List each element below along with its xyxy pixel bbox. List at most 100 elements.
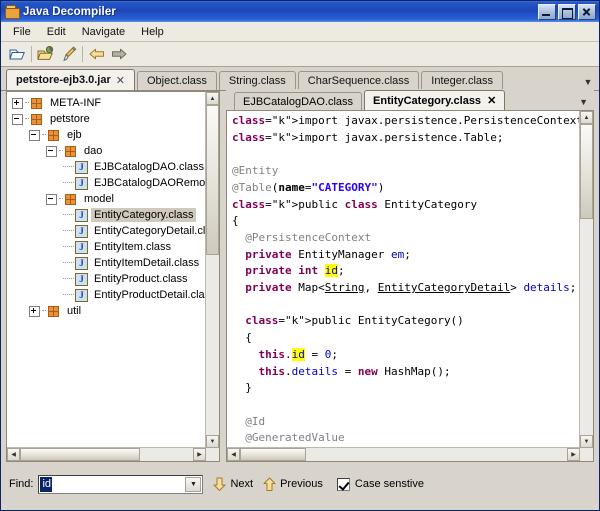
scroll-right-button[interactable]: ▶	[567, 448, 580, 461]
tab-label: String.class	[229, 75, 286, 87]
open-folder-colored-icon	[37, 46, 55, 62]
open-folder-icon	[9, 46, 26, 62]
code-line: }	[232, 380, 580, 397]
scroll-right-button[interactable]: ▶	[193, 448, 206, 461]
code-horizontal-scrollbar[interactable]: ◀ ▶	[227, 447, 580, 461]
open-recent-button[interactable]	[35, 44, 57, 64]
find-previous-label: Previous	[280, 478, 323, 490]
package-tree[interactable]: META-INFpetstoreejbdaoJEJBCatalogDAO.cla…	[7, 92, 206, 448]
expand-icon[interactable]	[29, 306, 40, 317]
expand-icon[interactable]	[12, 98, 23, 109]
tab-petstore-ejb-jar[interactable]: petstore-ejb3.0.jar ✕	[6, 69, 135, 90]
tree-node[interactable]: model	[10, 191, 206, 207]
close-icon[interactable]: ✕	[116, 75, 125, 86]
tree-node[interactable]: JEntityCategory.class	[10, 207, 206, 223]
open-file-button[interactable]	[6, 44, 28, 64]
tree-node-label: EJBCatalogDAO.class	[91, 160, 206, 174]
code-vertical-scrollbar[interactable]: ▲ ▼	[579, 111, 593, 448]
code-line: class="k">import javax.persistence.Persi…	[232, 113, 580, 130]
back-button[interactable]	[86, 44, 108, 64]
forward-button[interactable]	[108, 44, 130, 64]
find-bar: Find: id ▼ Next Previous	[2, 466, 598, 509]
scrollbar-corner	[206, 448, 219, 461]
case-sensitive-checkbox[interactable]	[337, 478, 350, 491]
java-class-icon: J	[75, 177, 88, 190]
tree-node[interactable]: JEJBCatalogDAORemote.class	[10, 175, 206, 191]
menu-help[interactable]: Help	[133, 24, 172, 40]
scroll-down-button[interactable]: ▼	[580, 435, 593, 448]
tree-connector	[59, 150, 63, 152]
minimize-button[interactable]	[538, 4, 556, 20]
code-line: {	[232, 213, 580, 230]
code-line: private Map<String, EntityCategoryDetail…	[232, 280, 580, 297]
search-input[interactable]: id ▼	[38, 475, 203, 494]
code-line: @Table(name="CATEGORY")	[232, 180, 580, 197]
chevron-down-icon[interactable]: ▼	[185, 477, 201, 492]
find-next-button[interactable]: Next	[213, 477, 253, 492]
tree-node[interactable]: JEJBCatalogDAO.class	[10, 159, 206, 175]
scroll-up-button[interactable]: ▲	[580, 111, 593, 124]
tree-node[interactable]: JEntityProduct.class	[10, 271, 206, 287]
java-class-icon: J	[75, 209, 88, 222]
scroll-thumb[interactable]	[206, 105, 219, 255]
code-line: @Entity	[232, 163, 580, 180]
scroll-left-button[interactable]: ◀	[227, 448, 240, 461]
preferences-button[interactable]	[57, 44, 79, 64]
scroll-thumb[interactable]	[20, 448, 140, 461]
code-line: @Id	[232, 414, 580, 431]
tree-node[interactable]: JEntityItemDetail.class	[10, 255, 206, 271]
arrow-down-icon	[213, 477, 226, 492]
collapse-icon[interactable]	[46, 146, 57, 157]
tree-node-label: EntityItemDetail.class	[91, 256, 202, 270]
case-sensitive-toggle[interactable]: Case senstive	[337, 478, 424, 491]
java-class-icon: J	[75, 257, 88, 270]
tab-label: CharSequence.class	[308, 75, 410, 87]
editor-tab-ejbcatalogdao[interactable]: EJBCatalogDAO.class	[234, 92, 362, 110]
toolbar	[1, 42, 599, 67]
menu-file[interactable]: File	[5, 24, 39, 40]
scroll-up-button[interactable]: ▲	[206, 92, 219, 105]
arrow-left-icon	[88, 47, 106, 61]
scroll-thumb[interactable]	[240, 448, 306, 461]
tree-node[interactable]: JEntityItem.class	[10, 239, 206, 255]
tree-node-label: util	[64, 304, 84, 318]
tree-connector	[63, 182, 74, 184]
menu-bar: File Edit Navigate Help	[1, 22, 599, 42]
tree-node[interactable]: JEntityProductDetail.class	[10, 287, 206, 303]
editor-pane: EJBCatalogDAO.class EntityCategory.class…	[226, 89, 594, 462]
tree-node[interactable]: petstore	[10, 111, 206, 127]
close-icon[interactable]: ✕	[487, 94, 496, 107]
tree-node[interactable]: META-INF	[10, 95, 206, 111]
tree-horizontal-scrollbar[interactable]: ◀ ▶	[7, 447, 206, 461]
source-code[interactable]: class="k">import javax.persistence.Persi…	[227, 111, 580, 448]
java-class-icon: J	[75, 241, 88, 254]
tree-connector	[25, 102, 29, 104]
maximize-button[interactable]	[558, 4, 576, 20]
collapse-icon[interactable]	[29, 130, 40, 141]
scroll-thumb[interactable]	[580, 124, 593, 219]
tree-vertical-scrollbar[interactable]: ▲ ▼	[205, 92, 219, 448]
collapse-icon[interactable]	[46, 194, 57, 205]
tree-node-label: EntityCategoryDetail.class	[91, 224, 206, 238]
code-line: private EntityManager em;	[232, 247, 580, 264]
tree-node[interactable]: ejb	[10, 127, 206, 143]
close-button[interactable]	[578, 4, 596, 20]
menu-edit[interactable]: Edit	[39, 24, 74, 40]
chevron-down-icon[interactable]: ▼	[581, 77, 595, 87]
scroll-left-button[interactable]: ◀	[7, 448, 20, 461]
package-icon	[47, 305, 61, 318]
editor-tab-entitycategory[interactable]: EntityCategory.class ✕	[364, 90, 505, 110]
scroll-down-button[interactable]: ▼	[206, 435, 219, 448]
tree-node[interactable]: util	[10, 303, 206, 319]
find-next-label: Next	[230, 478, 253, 490]
tree-node[interactable]: JEntityCategoryDetail.class	[10, 223, 206, 239]
find-previous-button[interactable]: Previous	[263, 477, 323, 492]
tree-node-label: EntityProduct.class	[91, 272, 191, 286]
tree-node-label: EJBCatalogDAORemote.class	[91, 176, 206, 190]
menu-navigate[interactable]: Navigate	[74, 24, 133, 40]
tree-node-label: EntityCategory.class	[91, 208, 196, 222]
chevron-down-icon[interactable]: ▼	[579, 97, 588, 107]
tree-node[interactable]: dao	[10, 143, 206, 159]
code-line	[232, 146, 580, 163]
collapse-icon[interactable]	[12, 114, 23, 125]
